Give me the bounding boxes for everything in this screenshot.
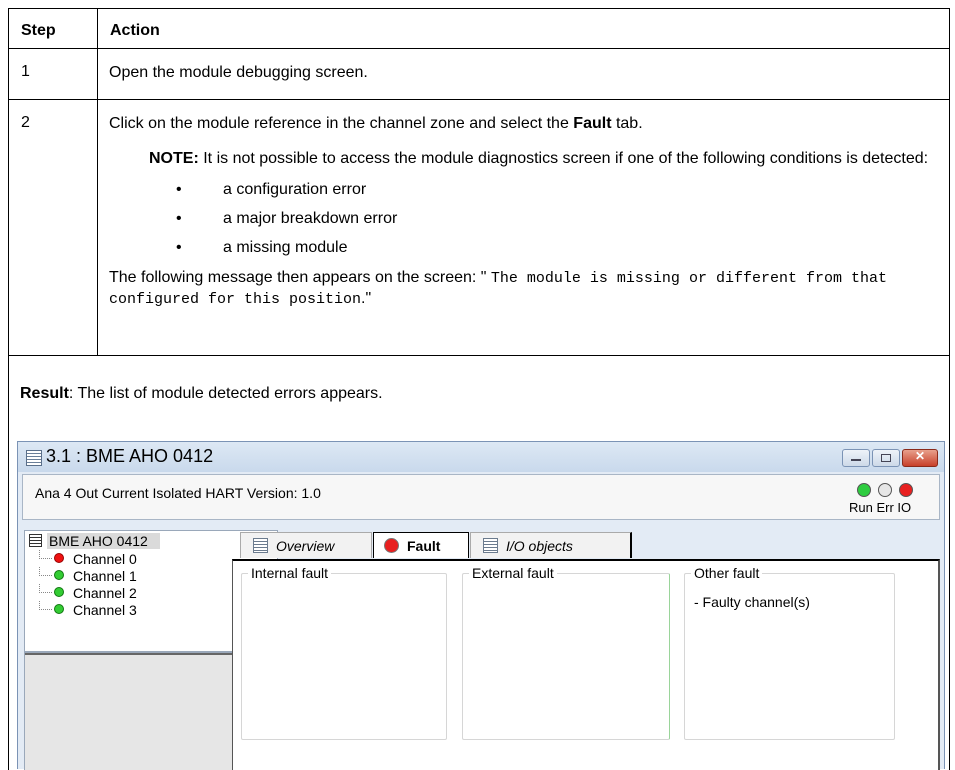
group-title: External fault — [469, 565, 557, 581]
tree-item-channel-1[interactable]: Channel 1 — [39, 567, 137, 584]
group-title: Internal fault — [248, 565, 331, 581]
tab-overview[interactable]: Overview — [240, 532, 372, 558]
fault-tab-reference: Fault — [573, 115, 611, 132]
module-description: Ana 4 Out Current Isolated HART Version:… — [35, 485, 321, 501]
status-dot-icon — [54, 604, 64, 614]
faulty-channel-item: - Faulty channel(s) — [694, 594, 810, 610]
step1-text: Open the module debugging screen. — [109, 63, 937, 83]
module-window: 3.1 : BME AHO 0412 Ana 4 Out Current Iso… — [17, 441, 945, 769]
fault-tab-content: Internal fault External fault Other faul… — [232, 559, 940, 770]
err-led-icon — [878, 483, 892, 497]
step-number: 1 — [9, 49, 98, 100]
internal-fault-group: Internal fault — [241, 573, 447, 740]
step-action: Click on the module reference in the cha… — [98, 100, 950, 356]
step-number: 2 — [9, 100, 98, 356]
minimize-button[interactable] — [842, 449, 870, 467]
list-item: •a missing module — [109, 233, 937, 262]
led-labels: Run Err IO — [849, 500, 911, 515]
other-fault-group: Other fault - Faulty channel(s) — [684, 573, 895, 740]
result-text: Result: The list of module detected erro… — [20, 384, 383, 404]
list-item: •a major breakdown error — [109, 204, 937, 233]
window-title: 3.1 : BME AHO 0412 — [46, 446, 213, 467]
message-paragraph: The following message then appears on th… — [109, 268, 937, 310]
status-dot-icon — [54, 553, 64, 563]
result-label: Result — [20, 385, 69, 402]
tree-item-channel-0[interactable]: Channel 0 — [39, 550, 137, 567]
action-column-header: Action — [98, 9, 950, 49]
window-titlebar[interactable]: 3.1 : BME AHO 0412 — [18, 442, 944, 472]
io-objects-icon — [483, 538, 498, 553]
step-column-header: Step — [9, 9, 98, 49]
note: NOTE: It is not possible to access the m… — [149, 149, 937, 169]
overview-icon — [253, 538, 268, 553]
note-text: It is not possible to access the module … — [199, 150, 928, 167]
step-row-1: 1 Open the module debugging screen. — [9, 49, 950, 100]
external-fault-group: External fault — [462, 573, 670, 740]
step-action: Open the module debugging screen. — [98, 49, 950, 100]
maximize-button[interactable] — [872, 449, 900, 467]
status-dot-icon — [54, 570, 64, 580]
fault-icon — [384, 538, 399, 553]
run-led-icon — [857, 483, 871, 497]
window-controls — [842, 449, 938, 467]
tab-io-objects[interactable]: I/O objects — [470, 532, 632, 558]
tree-item-channel-3[interactable]: Channel 3 — [39, 601, 137, 618]
module-icon — [29, 534, 42, 547]
condition-list: •a configuration error •a major breakdow… — [109, 175, 937, 262]
tab-fault[interactable]: Fault — [373, 532, 469, 558]
status-dot-icon — [54, 587, 64, 597]
group-title: Other fault — [691, 565, 762, 581]
module-info-bar: Ana 4 Out Current Isolated HART Version:… — [22, 474, 940, 520]
note-label: NOTE: — [149, 150, 199, 167]
list-item: •a configuration error — [109, 175, 937, 204]
io-led-icon — [899, 483, 913, 497]
status-leds: Run Err IO — [845, 481, 931, 519]
tree-root-module[interactable]: BME AHO 0412 — [29, 533, 160, 550]
step2-instruction: Click on the module reference in the cha… — [109, 114, 937, 134]
step-row-2: 2 Click on the module reference in the c… — [9, 100, 950, 356]
tab-panel: Overview Fault I/O objects Internal faul… — [230, 530, 942, 770]
module-icon — [26, 450, 42, 466]
close-button[interactable] — [902, 449, 938, 467]
tree-item-channel-2[interactable]: Channel 2 — [39, 584, 137, 601]
